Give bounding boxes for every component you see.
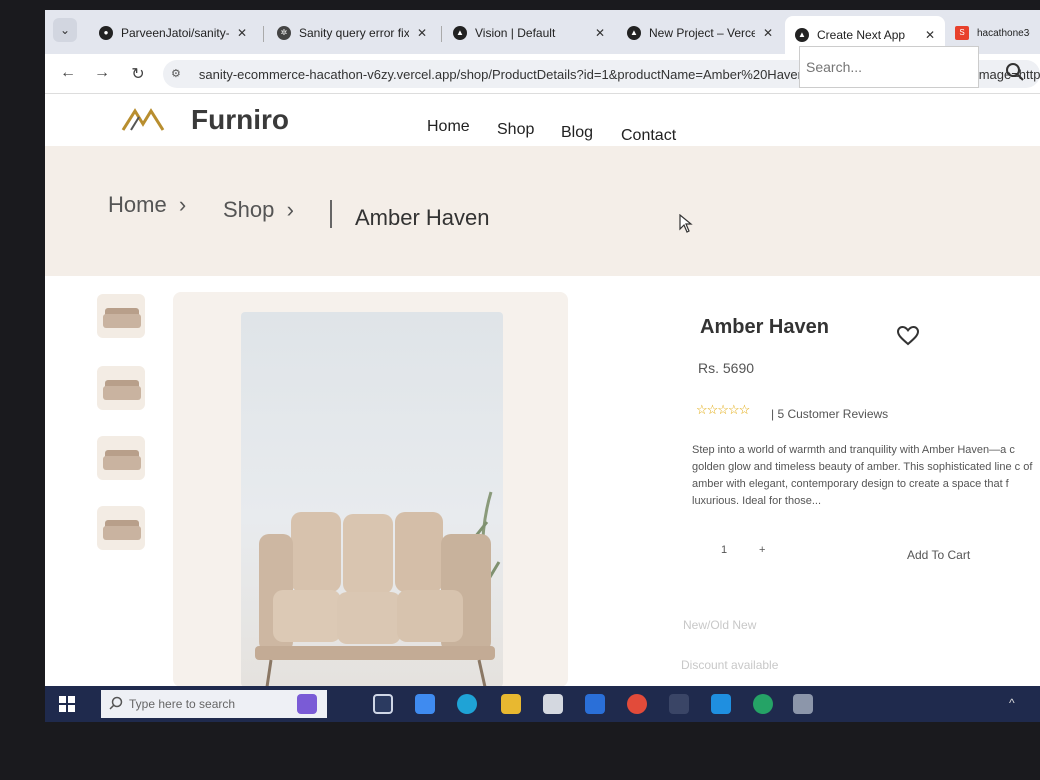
rating-stars: ☆☆☆☆☆ xyxy=(696,402,750,417)
product-name: Amber Haven xyxy=(700,316,829,338)
copilot-icon[interactable] xyxy=(415,694,435,714)
windows-start-icon[interactable] xyxy=(59,696,75,712)
furniro-logo-icon[interactable] xyxy=(121,108,165,132)
nav-home[interactable]: Home xyxy=(427,118,470,136)
nav-contact[interactable]: Contact xyxy=(621,127,676,145)
quantity-value: 1 xyxy=(721,544,728,556)
mouse-cursor-icon xyxy=(679,214,693,233)
vercel-icon: ▲ xyxy=(453,26,467,40)
search-icon xyxy=(109,696,123,710)
site-info-icon[interactable]: ⚙ xyxy=(171,67,187,81)
new-old-label: New/Old New xyxy=(683,618,757,632)
quantity-increase-button[interactable]: + xyxy=(759,544,765,556)
taskbar: Type here to search ^ xyxy=(45,686,1040,722)
tab-title: hacathone3-da xyxy=(977,27,1030,39)
sanity-icon: S xyxy=(955,26,969,40)
system-tray-chevron-icon[interactable]: ^ xyxy=(1009,696,1015,710)
tab-title: Create Next App xyxy=(817,28,906,42)
product-description: Step into a world of warmth and tranquil… xyxy=(692,444,1033,507)
whatsapp-icon[interactable] xyxy=(753,694,773,714)
add-to-cart-button[interactable]: Add To Cart xyxy=(907,548,970,562)
photos-icon[interactable] xyxy=(669,694,689,714)
site-logo-text[interactable]: Furniro xyxy=(191,104,289,136)
reload-icon[interactable]: ↻ xyxy=(127,64,149,84)
vercel-icon: ▲ xyxy=(627,26,641,40)
close-icon[interactable]: ✕ xyxy=(925,28,935,42)
review-count[interactable]: | 5 Customer Reviews xyxy=(771,407,888,421)
back-icon[interactable]: ← xyxy=(57,64,79,82)
vercel-icon: ▲ xyxy=(795,28,809,42)
product-thumbnail[interactable] xyxy=(97,294,145,338)
product-thumbnail[interactable] xyxy=(97,506,145,550)
outlook-icon[interactable] xyxy=(585,694,605,714)
task-view-icon[interactable] xyxy=(373,694,393,714)
breadcrumb-current: Amber Haven xyxy=(355,205,490,230)
store-icon[interactable] xyxy=(543,694,563,714)
tab-github[interactable]: ● ParveenJatoi/sanity-e ✕ xyxy=(89,18,257,48)
close-icon[interactable]: ✕ xyxy=(237,26,247,40)
heart-icon[interactable] xyxy=(897,326,919,346)
browser-window: ⌄ ● ParveenJatoi/sanity-e ✕ ✲ Sanity que… xyxy=(45,10,1040,722)
forward-icon[interactable]: → xyxy=(91,64,113,82)
sofa-illustration xyxy=(255,491,501,687)
nav-blog[interactable]: Blog xyxy=(561,124,593,142)
breadcrumb-home[interactable]: Home › xyxy=(108,192,186,218)
github-icon: ● xyxy=(99,26,113,40)
widgets-icon[interactable] xyxy=(297,694,317,714)
discount-label: Discount available xyxy=(681,658,779,672)
tab-sanity[interactable]: S hacathone3-da xyxy=(945,18,1040,48)
vscode-icon[interactable] xyxy=(711,694,731,714)
edge-icon[interactable] xyxy=(457,694,477,714)
chrome-icon[interactable] xyxy=(627,694,647,714)
search-icon[interactable] xyxy=(1005,62,1025,82)
chatgpt-icon: ✲ xyxy=(277,26,291,40)
app-icon[interactable] xyxy=(793,694,813,714)
site-header: Furniro Home Shop Blog Contact xyxy=(45,94,1040,146)
tab-vercel-project[interactable]: ▲ New Project – Vercel ✕ xyxy=(617,18,783,48)
nav-shop[interactable]: Shop xyxy=(497,121,534,139)
product-thumbnail[interactable] xyxy=(97,436,145,480)
taskbar-search-input[interactable]: Type here to search xyxy=(101,690,327,718)
tab-title: Vision | Default xyxy=(475,26,556,40)
file-explorer-icon[interactable] xyxy=(501,694,521,714)
close-icon[interactable]: ✕ xyxy=(595,26,605,40)
tab-title: Sanity query error fix xyxy=(299,26,409,40)
search-input[interactable] xyxy=(799,46,979,88)
close-icon[interactable]: ✕ xyxy=(763,26,773,40)
tab-chatgpt[interactable]: ✲ Sanity query error fix ✕ xyxy=(267,18,437,48)
breadcrumb-shop[interactable]: Shop › xyxy=(223,197,294,223)
product-thumbnail[interactable] xyxy=(97,366,145,410)
breadcrumb-banner xyxy=(45,146,1040,276)
tab-vision[interactable]: ▲ Vision | Default ✕ xyxy=(443,18,615,48)
tab-title: New Project – Vercel xyxy=(649,26,755,40)
tab-title: ParveenJatoi/sanity-e xyxy=(121,26,229,40)
product-main-image xyxy=(241,312,503,687)
tab-search-button[interactable]: ⌄ xyxy=(53,18,77,42)
breadcrumb-divider xyxy=(330,200,332,228)
close-icon[interactable]: ✕ xyxy=(417,26,427,40)
product-price: Rs. 5690 xyxy=(698,360,755,376)
